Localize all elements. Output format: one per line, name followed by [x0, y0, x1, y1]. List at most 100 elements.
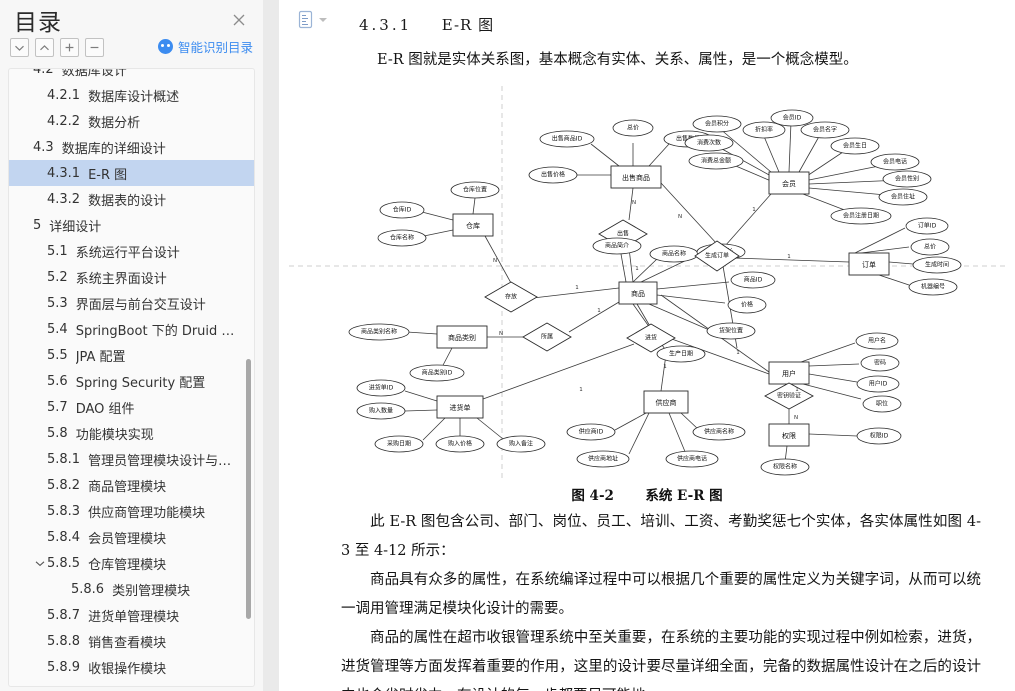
toc-item-label: E-R 图 — [88, 167, 128, 183]
svg-text:会员性别: 会员性别 — [895, 175, 919, 183]
er-diagram-figure: .ent { fill:#fff; stroke:#2a2a2a; stroke… — [289, 86, 1005, 478]
svg-text:订单ID: 订单ID — [918, 222, 937, 230]
svg-text:1: 1 — [795, 387, 799, 393]
toc-item-6[interactable]: 6 测试 — [9, 680, 254, 687]
svg-text:1: 1 — [787, 254, 791, 260]
chevron-down-icon[interactable] — [319, 18, 327, 22]
entity-category: 商品类别 — [436, 325, 488, 349]
svg-text:供应商电话: 供应商电话 — [677, 455, 707, 463]
toc-item-number: 5.3 — [47, 295, 68, 311]
svg-text:商品ID: 商品ID — [744, 276, 763, 284]
toc-item-5-8-3[interactable]: 5.8.3 供应商管理功能模块 — [9, 498, 254, 524]
toc-item-4-2-1[interactable]: 4.2.1 数据库设计概述 — [9, 82, 254, 108]
document-outline-icon[interactable] — [297, 10, 315, 30]
toc-item-number: 4.2.1 — [47, 87, 81, 103]
toc-item-4-3[interactable]: 4.3 数据库的详细设计 — [9, 134, 254, 160]
svg-text:存放: 存放 — [505, 293, 517, 301]
toc-item-5-5[interactable]: 5.5 JPA 配置 — [9, 342, 254, 368]
attribute-user-password: 密码 — [860, 354, 900, 372]
smart-recognize-toc-button[interactable]: 智能识别目录 — [157, 37, 253, 56]
page-title: 目录 — [14, 10, 62, 36]
relationship-belong: 所属 — [522, 322, 572, 352]
increase-level-button[interactable] — [60, 38, 79, 57]
svg-text:商品类别: 商品类别 — [448, 333, 476, 342]
toc-item-label: 测试 — [49, 684, 236, 687]
collapse-all-button[interactable] — [10, 38, 29, 57]
toc-item-4-3-2[interactable]: 4.3.2 数据表的设计 — [9, 186, 254, 212]
svg-text:采购日期: 采购日期 — [387, 440, 411, 448]
toc-item-label: 销售查看模块 — [88, 635, 167, 651]
attribute-purchase-qty: 购入数量 — [356, 402, 406, 420]
toc-item-4-2[interactable]: 4.2 数据库设计 — [9, 68, 254, 82]
toc-item-number: 5.8.1 — [47, 451, 81, 467]
toc-item-number: 4.2 — [33, 68, 54, 77]
toc-item-label: 详细设计 — [49, 219, 102, 235]
attribute-user-position: 职位 — [862, 395, 902, 413]
attribute-category-id: 商品类别ID — [409, 364, 465, 382]
svg-text:权限名称: 权限名称 — [773, 463, 797, 471]
toc-item-label: 商品管理模块 — [88, 479, 167, 495]
svg-text:生产日期: 生产日期 — [669, 350, 693, 358]
toc-item-5-8-8[interactable]: 5.8.8 销售查看模块 — [9, 628, 254, 654]
toc-item-label: SpringBoot 下的 Druid 数 ... — [75, 323, 236, 339]
entity-user: 用户 — [768, 361, 810, 385]
toc-item-4-3-1[interactable]: 4.3.1 E-R 图 — [9, 160, 254, 186]
toc-item-5-1[interactable]: 5.1 系统运行平台设计 — [9, 238, 254, 264]
svg-text:供应商: 供应商 — [656, 398, 677, 407]
er-diagram-svg: .ent { fill:#fff; stroke:#2a2a2a; stroke… — [289, 86, 1005, 478]
toc-item-5-4[interactable]: 5.4 SpringBoot 下的 Druid 数 ... — [9, 316, 254, 342]
close-icon[interactable] — [229, 10, 249, 30]
attribute-purchase-id: 进货单ID — [356, 379, 406, 397]
svg-text:商品类别名称: 商品类别名称 — [361, 328, 397, 336]
decrease-level-button[interactable] — [85, 38, 104, 57]
intro-paragraph: E-R 图就是实体关系图，基本概念有实体、关系、属性，是一个概念模型。 — [377, 52, 858, 68]
toc-item-label: 仓库管理模块 — [88, 557, 167, 573]
svg-text:购入备注: 购入备注 — [509, 440, 533, 448]
toc-item-number: 4.3.2 — [47, 191, 81, 207]
svg-text:密码: 密码 — [874, 359, 886, 367]
toc-item-5-8-4[interactable]: 5.8.4 会员管理模块 — [9, 524, 254, 550]
toc-item-5-3[interactable]: 5.3 界面层与前台交互设计 — [9, 290, 254, 316]
toc-scrollbar-thumb[interactable] — [246, 359, 251, 619]
toc-item-5[interactable]: 5 详细设计 — [9, 212, 254, 238]
toc-item-5-8-2[interactable]: 5.8.2 商品管理模块 — [9, 472, 254, 498]
toc-item-5-8-7[interactable]: 5.8.7 进货单管理模块 — [9, 602, 254, 628]
toc-item-number: 5.8.7 — [47, 607, 81, 623]
attribute-member-name: 会员名字 — [800, 121, 850, 139]
svg-text:1: 1 — [579, 387, 583, 393]
svg-text:生成订单: 生成订单 — [705, 252, 729, 260]
toc-item-number: 5.1 — [47, 243, 68, 259]
chevron-down-icon[interactable] — [33, 560, 47, 567]
attribute-sold-goods-id: 出售商品ID — [539, 130, 595, 148]
toc-item-label: 系统运行平台设计 — [75, 245, 180, 261]
toc-item-5-8-1[interactable]: 5.8.1 管理员管理模块设计与实 ... — [9, 446, 254, 472]
entity-order: 订单 — [848, 252, 890, 276]
svg-text:进货单ID: 进货单ID — [369, 384, 394, 392]
toc-item-number: 5.8.4 — [47, 529, 81, 545]
toc-item-label: 管理员管理模块设计与实 ... — [88, 453, 236, 469]
toc-item-5-6[interactable]: 5.6 Spring Security 配置 — [9, 368, 254, 394]
toc-item-5-8-5[interactable]: 5.8.5 仓库管理模块 — [9, 550, 254, 576]
attribute-purchase-price: 购入价格 — [435, 435, 485, 453]
toc-item-5-2[interactable]: 5.2 系统主界面设计 — [9, 264, 254, 290]
entity-sold-goods: 出售商品 — [610, 165, 662, 189]
toc-item-label: 数据分析 — [88, 115, 141, 131]
attribute-member-register-date: 会员注册日期 — [830, 207, 892, 225]
toc-item-5-8[interactable]: 5.8 功能模块实现 — [9, 420, 254, 446]
svg-text:购入数量: 购入数量 — [369, 407, 393, 415]
toc-item-4-2-2[interactable]: 4.2.2 数据分析 — [9, 108, 254, 134]
expand-all-button[interactable] — [35, 38, 54, 57]
toc-item-5-8-6[interactable]: 5.8.6 类别管理模块 — [9, 576, 254, 602]
attribute-permission-name: 权限名称 — [760, 458, 810, 476]
toc-item-5-8-9[interactable]: 5.8.9 收银操作模块 — [9, 654, 254, 680]
figure-caption-number: 图 4-2 — [571, 488, 614, 504]
toc-item-5-7[interactable]: 5.7 DAO 组件 — [9, 394, 254, 420]
svg-text:1: 1 — [597, 308, 601, 314]
svg-text:权限: 权限 — [782, 431, 796, 440]
attribute-supplier-phone: 供应商电话 — [665, 450, 719, 468]
toc-item-label: Spring Security 配置 — [75, 375, 206, 391]
attribute-permission-id: 权限ID — [856, 427, 902, 445]
svg-text:总价: 总价 — [924, 243, 936, 251]
toc-item-label: 界面层与前台交互设计 — [75, 297, 206, 313]
svg-text:会员住址: 会员住址 — [891, 193, 915, 201]
